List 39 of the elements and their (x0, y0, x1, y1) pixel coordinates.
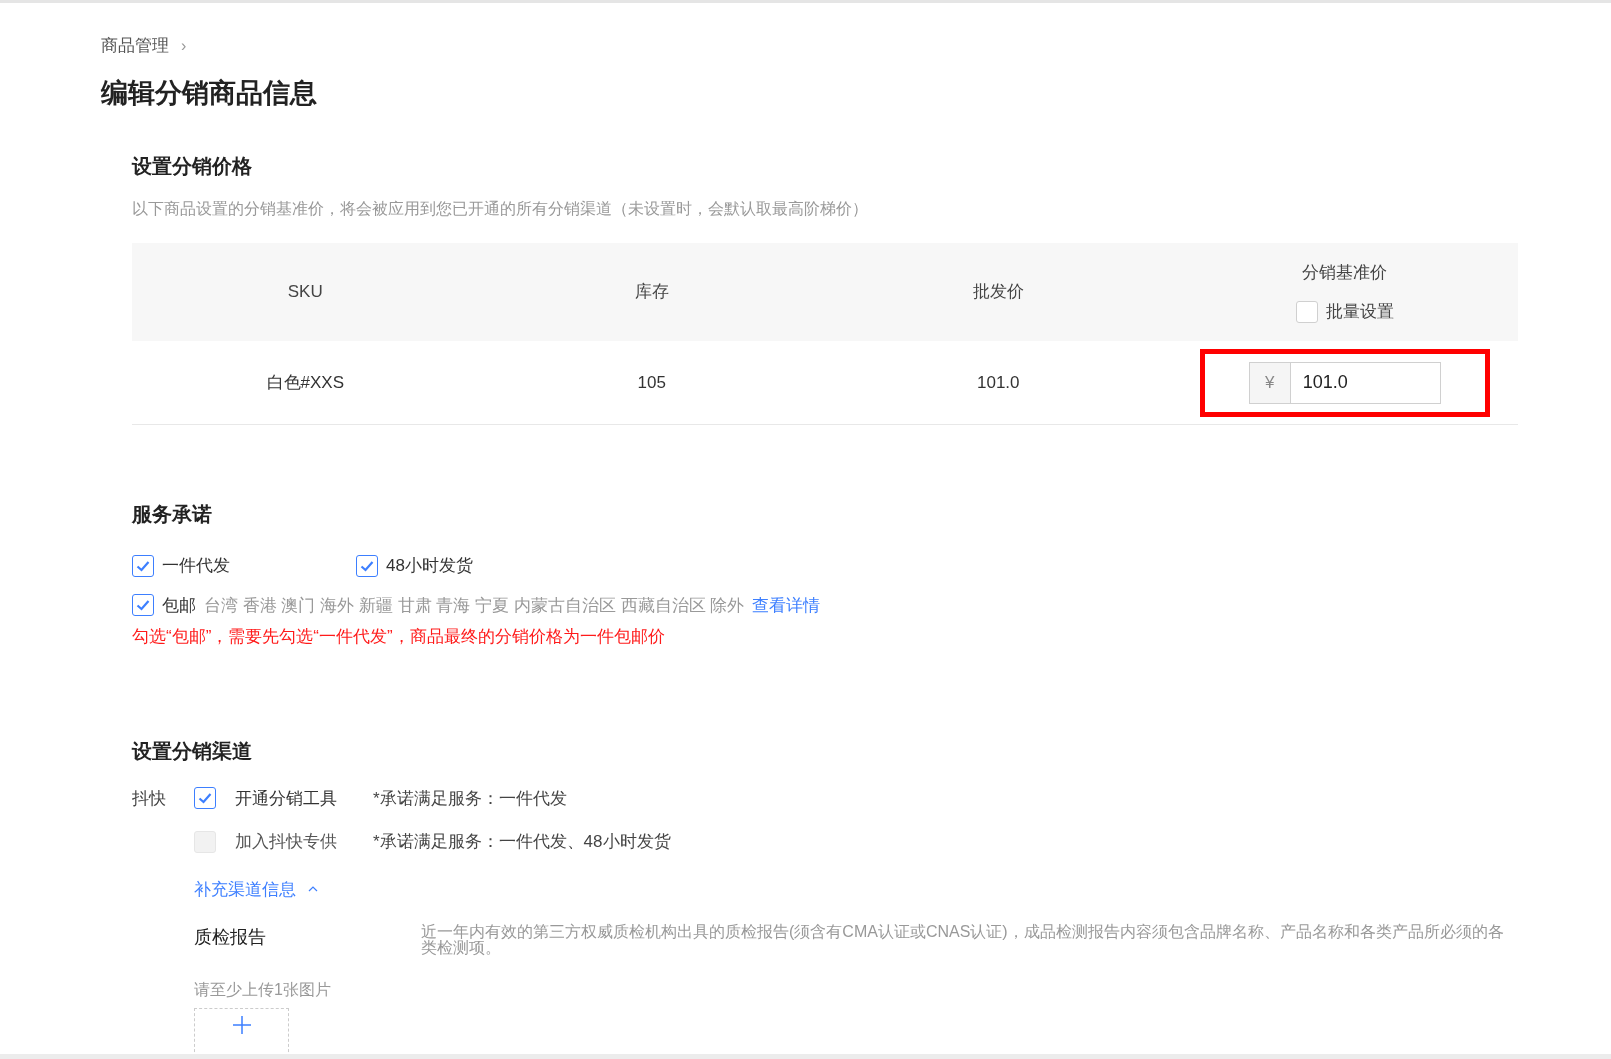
field-description: 近一年内有效的第三方权威质检机构出具的质检报告(须含有CMA认证或CNAS认证)，成品检测报告内容须包含品牌名称、产品名称和各类产品所必须的各类检测项。 (421, 924, 1505, 956)
service-checkbox[interactable] (356, 554, 378, 577)
checkbox-label: 开通分销工具 (235, 787, 338, 810)
chevron-up-icon (308, 885, 318, 894)
service-checkbox[interactable] (132, 594, 154, 617)
section-description: 以下商品设置的分销基准价，将会被应用到您已开通的所有分销渠道（未设置时，会默认取最高阶梯价） (132, 199, 869, 219)
checkbox-label: 包邮 (162, 594, 196, 617)
service-note: *承诺满足服务：一件代发 (373, 787, 567, 810)
currency-prefix: ¥ (1248, 361, 1291, 404)
breadcrumb-separator: › (181, 35, 187, 56)
section-heading: 设置分销价格 (132, 154, 253, 179)
service-note: *承诺满足服务：一件代发、48小时发货 (373, 831, 671, 853)
checkbox-label: 批量设置 (1325, 301, 1394, 323)
bulk-setting-checkbox[interactable] (1295, 300, 1318, 323)
column-header: SKU (286, 281, 324, 304)
service-checkbox[interactable] (132, 554, 154, 577)
section-heading: 服务承诺 (132, 502, 213, 527)
exclusion-note: 台湾 香港 澳门 海外 新疆 甘肃 青海 宁夏 内蒙古自治区 西藏自治区 除外 (204, 594, 745, 617)
upload-hint: 请至少上传1张图片 (194, 980, 332, 1000)
table-cell-text: 白色#XXS (265, 371, 345, 394)
column-header: 库存 (633, 281, 670, 304)
column-header: 分销基准价 (1302, 261, 1388, 284)
field-label: 质检报告 (194, 926, 267, 949)
price-field[interactable]: 101.0 (1290, 361, 1441, 404)
channel-label: 抖快 (132, 787, 167, 810)
plus-icon (231, 1015, 252, 1035)
breadcrumb-link[interactable]: 商品管理 (101, 33, 169, 59)
checkbox-label: 一件代发 (162, 555, 230, 577)
page-title: 编辑分销商品信息 (101, 76, 318, 110)
checkbox-label: 加入抖快专供 (235, 831, 338, 853)
table-cell-text: 105 (636, 371, 667, 394)
column-header: 批发价 (971, 281, 1025, 304)
channel-checkbox[interactable] (194, 787, 216, 810)
checkbox-label: 48小时发货 (386, 555, 473, 577)
warning-text: 勾选“包邮”，需要先勾选“一件代发”，商品最终的分销价格为一件包邮价 (132, 626, 666, 648)
expand-toggle[interactable]: 补充渠道信息 (194, 876, 318, 902)
details-link[interactable]: 查看详情 (752, 592, 821, 618)
section-heading: 设置分销渠道 (132, 738, 253, 764)
table-cell-text: 101.0 (975, 371, 1021, 394)
